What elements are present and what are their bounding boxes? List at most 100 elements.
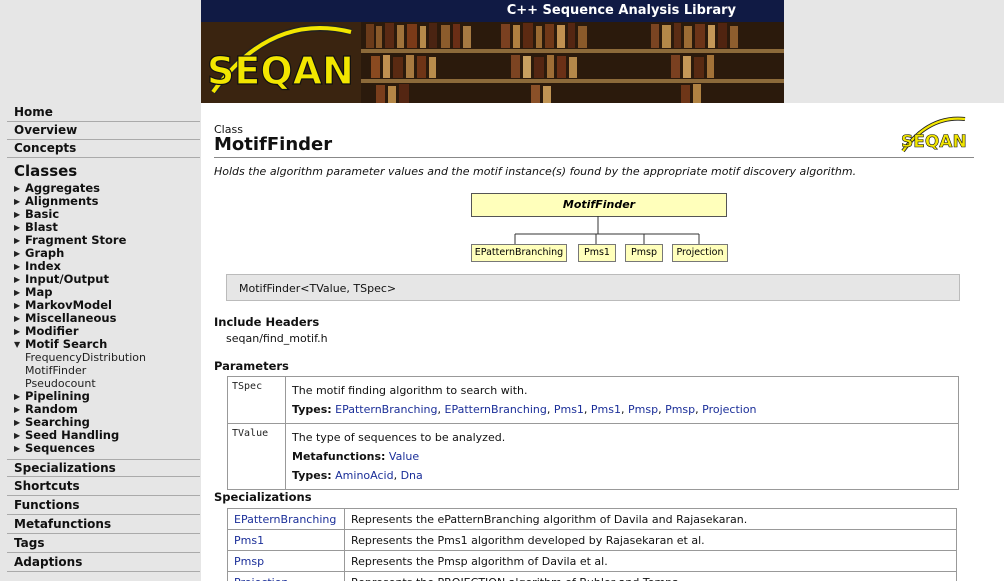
nav-adaptions[interactable]: Adaptions	[7, 554, 200, 572]
nav-home[interactable]: Home	[7, 104, 200, 122]
expand-arrow-icon: ▶	[14, 288, 21, 297]
library-title: C++ Sequence Analysis Library	[506, 3, 736, 18]
expand-arrow-icon: ▶	[14, 327, 21, 336]
nav-concepts[interactable]: Concepts	[7, 140, 200, 158]
library-title-bar: C++ Sequence Analysis Library	[201, 0, 784, 22]
class-signature: MotifFinder<TValue, TSpec>	[226, 274, 960, 301]
main-content: Class MotifFinder SEQAN Holds the algori…	[201, 103, 1004, 581]
collapse-arrow-icon: ▼	[14, 340, 21, 349]
diagram-root-node[interactable]: MotifFinder	[471, 193, 727, 217]
specialization-description: Represents the Pms1 algorithm developed …	[344, 529, 957, 551]
nav-group-label: Pipelining	[25, 389, 90, 403]
nav-group-label: Sequences	[25, 441, 95, 455]
expand-arrow-icon: ▶	[14, 262, 21, 271]
type-link[interactable]: AminoAcid	[335, 469, 393, 482]
nav-functions[interactable]: Functions	[7, 497, 200, 515]
table-row: Pmsp Represents the Pmsp algorithm of Da…	[227, 550, 957, 572]
specialization-link[interactable]: Pms1	[227, 529, 345, 551]
page-title: MotifFinder	[214, 134, 333, 155]
nav-home-label: Home	[14, 105, 53, 119]
specialization-link[interactable]: Projection	[227, 571, 345, 581]
seqan-small-logo: SEQAN	[899, 111, 975, 159]
nav-specializations[interactable]: Specializations	[7, 459, 200, 477]
table-row: EPatternBranching Represents the ePatter…	[227, 508, 957, 530]
nav-group-motif-search[interactable]: ▼ Motif Search	[14, 338, 107, 351]
nav-classes-heading[interactable]: Classes	[7, 161, 200, 181]
expand-arrow-icon: ▶	[14, 392, 21, 401]
type-link[interactable]: EPatternBranching	[445, 403, 547, 416]
expand-arrow-icon: ▶	[14, 418, 21, 427]
types-label: Types:	[292, 403, 332, 416]
nav-functions-label: Functions	[14, 498, 80, 512]
specialization-description: Represents the Pmsp algorithm of Davila …	[344, 550, 957, 572]
expand-arrow-icon: ▶	[14, 223, 21, 232]
type-link[interactable]: Pms1	[554, 403, 584, 416]
nav-group-sequences[interactable]: ▶ Sequences	[14, 442, 95, 455]
type-link[interactable]: Pmsp	[665, 403, 695, 416]
specializations-table: EPatternBranching Represents the ePatter…	[227, 508, 957, 581]
nav-group-label: Input/Output	[25, 272, 109, 286]
nav-tags-label: Tags	[14, 536, 45, 550]
nav-group-label: Fragment Store	[25, 233, 127, 247]
expand-arrow-icon: ▶	[14, 197, 21, 206]
nav-classes-label: Classes	[14, 162, 78, 180]
diagram-node-pmsp[interactable]: Pmsp	[625, 244, 663, 262]
nav-group-label: Aggregates	[25, 181, 100, 195]
param-description: The type of sequences to be analyzed.	[292, 431, 506, 444]
type-link[interactable]: Dna	[401, 469, 423, 482]
type-link[interactable]: Pmsp	[628, 403, 658, 416]
types-label: Types:	[292, 469, 332, 482]
specialization-link[interactable]: Pmsp	[227, 550, 345, 572]
nav-group-label: Basic	[25, 207, 60, 221]
header-left-filler	[0, 0, 201, 103]
nav-shortcuts[interactable]: Shortcuts	[7, 478, 200, 496]
type-link[interactable]: EPatternBranching	[335, 403, 437, 416]
type-link[interactable]: Pms1	[591, 403, 621, 416]
expand-arrow-icon: ▶	[14, 236, 21, 245]
nav-group-label: Alignments	[25, 194, 99, 208]
diagram-node-pms1[interactable]: Pms1	[578, 244, 616, 262]
specialization-description: Represents the PROJECTION algorithm of B…	[344, 571, 957, 581]
parameters-heading: Parameters	[214, 359, 289, 373]
nav-metafunctions[interactable]: Metafunctions	[7, 516, 200, 534]
type-link[interactable]: Projection	[702, 403, 756, 416]
specialization-description: Represents the ePatternBranching algorit…	[344, 508, 957, 530]
nav-concepts-label: Concepts	[14, 141, 77, 155]
nav-overview[interactable]: Overview	[7, 122, 200, 140]
diagram-node-epatternbranching[interactable]: EPatternBranching	[471, 244, 567, 262]
nav-group-label: Modifier	[25, 324, 79, 338]
nav-group-label: Searching	[25, 415, 90, 429]
class-summary: Holds the algorithm parameter values and…	[214, 165, 857, 178]
nav-adaptions-label: Adaptions	[14, 555, 83, 569]
sidebar-navigation: Home Overview Concepts Classes ▶ Aggregat…	[0, 103, 201, 581]
svg-text:SEQAN: SEQAN	[207, 49, 354, 93]
param-name: TValue	[227, 423, 286, 490]
expand-arrow-icon: ▶	[14, 444, 21, 453]
nav-group-label: Map	[25, 285, 53, 299]
nav-class-motiffinder[interactable]: MotifFinder	[25, 364, 86, 377]
header-right-filler	[784, 0, 1004, 103]
nav-group-label: MarkovModel	[25, 298, 112, 312]
metafunction-link[interactable]: Value	[389, 450, 419, 463]
nav-class-frequencydistribution[interactable]: FrequencyDistribution	[25, 351, 146, 364]
include-headers-heading: Include Headers	[214, 315, 320, 329]
expand-arrow-icon: ▶	[14, 431, 21, 440]
param-name: TSpec	[227, 376, 286, 424]
expand-arrow-icon: ▶	[14, 314, 21, 323]
nav-shortcuts-label: Shortcuts	[14, 479, 80, 493]
nav-overview-label: Overview	[14, 123, 78, 137]
banner-image: SEQAN	[201, 22, 784, 103]
param-types-line: Types: EPatternBranching, EPatternBranch…	[292, 403, 757, 416]
param-description-cell: The motif finding algorithm to search wi…	[285, 376, 959, 424]
nav-group-label: Miscellaneous	[25, 311, 117, 325]
metafunctions-label: Metafunctions:	[292, 450, 386, 463]
table-row: TValue The type of sequences to be analy…	[227, 423, 959, 490]
nav-metafunctions-label: Metafunctions	[14, 517, 112, 531]
table-row: Pms1 Represents the Pms1 algorithm devel…	[227, 529, 957, 551]
param-types-line: Types: AminoAcid, Dna	[292, 469, 423, 482]
nav-tags[interactable]: Tags	[7, 535, 200, 553]
nav-group-label: Random	[25, 402, 78, 416]
specialization-link[interactable]: EPatternBranching	[227, 508, 345, 530]
nav-specializations-label: Specializations	[14, 461, 116, 475]
diagram-node-projection[interactable]: Projection	[672, 244, 728, 262]
